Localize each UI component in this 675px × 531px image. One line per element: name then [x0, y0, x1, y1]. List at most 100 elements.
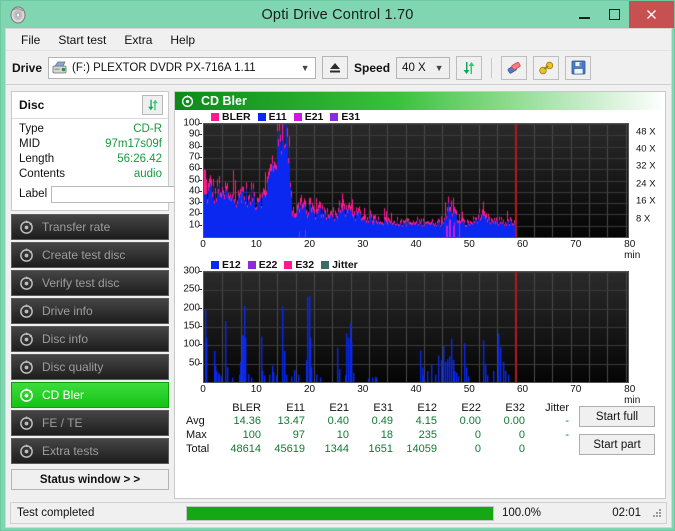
disc-panel-title: Disc	[19, 98, 45, 112]
menu-start-test[interactable]: Start test	[49, 30, 115, 50]
status-window-button[interactable]: Status window > >	[11, 469, 169, 490]
main-panel-title: CD Bler	[201, 94, 247, 108]
stat-cell: 235	[418, 429, 437, 441]
app-window: Opti Drive Control 1.70 File Start test …	[0, 0, 675, 531]
chevron-down-icon[interactable]: ▼	[431, 63, 447, 73]
start-part-button[interactable]: Start part	[579, 434, 655, 455]
drive-value: (F:) PLEXTOR DVDR PX-716A 1.11	[72, 61, 256, 74]
bler-x-axis: 0 10 20 30 40 50 60 70 80 min	[200, 239, 640, 261]
elapsed-time: 02:01	[612, 507, 641, 519]
col-header-jitter: Jitter	[545, 402, 569, 414]
y-tick-mark	[199, 271, 202, 272]
e12-plot-area	[203, 271, 629, 383]
y-tick-mark	[199, 213, 202, 215]
e12-chart-block: E12 E22 E32 Jitter 50 100 150 200 250 300 0 10…	[175, 258, 665, 407]
sidebar-item-label: Extra tests	[42, 444, 99, 458]
sidebar-item-disc-quality[interactable]: Disc quality	[11, 354, 169, 380]
speed-tick-label: 16 X	[636, 195, 656, 207]
y-tick-label: 100	[183, 338, 200, 350]
close-button[interactable]	[629, 1, 674, 28]
main-panel-header: CD Bler	[175, 92, 665, 110]
menu-help[interactable]: Help	[161, 30, 204, 50]
eject-button[interactable]	[322, 56, 349, 79]
disc-refresh-button[interactable]	[142, 95, 163, 115]
eject-icon	[330, 63, 341, 73]
sidebar-item-cd-bler[interactable]: CD Bler	[11, 382, 169, 408]
speed-tick-label: 8 X	[636, 213, 651, 225]
sidebar-item-label: Verify test disc	[42, 276, 120, 290]
stat-cell: 100	[242, 429, 261, 441]
legend-item-bler: BLER	[211, 111, 251, 123]
speed-select[interactable]: 40 X ▼	[396, 56, 451, 79]
e12-chart-legend: E12 E22 E32 Jitter	[175, 258, 665, 271]
y-tick-mark	[199, 134, 202, 136]
sidebar-item-verify-test-disc[interactable]: Verify test disc	[11, 270, 169, 296]
chevron-down-icon[interactable]: ▼	[297, 63, 313, 73]
x-tick-label: 50	[463, 384, 475, 395]
drive-icon	[52, 61, 67, 73]
sidebar-item-label: Transfer rate	[42, 220, 111, 234]
gear-disc-icon	[181, 94, 194, 108]
progress-fill	[187, 506, 493, 520]
drive-toolbar: Drive (F:) PLEXTOR DVDR PX-716A 1.11 ▼ S…	[6, 51, 671, 85]
drive-select[interactable]: (F:) PLEXTOR DVDR PX-716A 1.11 ▼	[48, 56, 317, 79]
sidebar-item-transfer-rate[interactable]: Transfer rate	[11, 214, 169, 240]
gear-disc-icon	[19, 359, 34, 375]
col-header-e31: E31	[373, 402, 393, 414]
sidebar-item-extra-tests[interactable]: Extra tests	[11, 438, 169, 464]
sidebar-item-label: Disc info	[42, 332, 89, 346]
sidebar-item-create-test-disc[interactable]: Create test disc	[11, 242, 169, 268]
client-area: File Start test Extra Help Drive (F:) PL…	[5, 28, 672, 528]
legend-item-e32: E32	[284, 259, 314, 271]
stat-cell: 48614	[230, 443, 261, 455]
sidebar-item-label: FE / TE	[42, 416, 83, 430]
row-label: Avg	[186, 415, 205, 427]
tools-button[interactable]	[533, 55, 560, 80]
toolbar-separator	[491, 57, 493, 78]
refresh-icon	[463, 61, 475, 74]
row-label: Total	[186, 443, 210, 455]
bler-y-axis: 10 20 30 40 50 60 70 80 90 100	[175, 118, 202, 238]
save-button[interactable]	[565, 55, 592, 80]
speed-tick-label: 24 X	[636, 178, 656, 190]
gear-disc-icon	[19, 331, 34, 347]
y-tick-mark	[199, 145, 202, 147]
gear-disc-icon	[19, 415, 34, 431]
refresh-button[interactable]	[456, 55, 483, 80]
speed-tick-label: 48 X	[636, 126, 656, 138]
disc-type-value: CD-R	[133, 123, 162, 135]
sidebar-item-fe-te[interactable]: FE / TE	[11, 410, 169, 436]
y-tick-label: 250	[183, 283, 200, 295]
stat-cell: 0.40	[327, 415, 349, 427]
sidebar-item-label: Drive info	[42, 304, 93, 318]
sidebar-item-drive-info[interactable]: Drive info	[11, 298, 169, 324]
disc-row-type: Type CD-R	[19, 122, 162, 137]
sidebar-item-label: Disc quality	[42, 360, 104, 374]
minimize-button[interactable]	[569, 1, 599, 28]
x-tick-label: 60	[516, 384, 529, 395]
start-full-button[interactable]: Start full	[579, 406, 655, 427]
window-controls	[569, 1, 674, 28]
x-tick-label: 20	[303, 384, 316, 395]
erase-button[interactable]	[501, 55, 528, 80]
stat-cell: 18	[380, 429, 393, 441]
col-header-e12: E12	[417, 402, 437, 414]
main-panel: CD Bler BLER E11 E21 E31 10 20 30 40 50 60 70 8…	[174, 91, 666, 499]
status-bar: Test completed 100.0% 02:01	[10, 502, 667, 524]
col-header-e11: E11	[286, 402, 305, 414]
progress-bar	[186, 505, 494, 521]
y-tick-mark	[199, 289, 202, 291]
speed-label: Speed	[354, 60, 391, 75]
stat-cell: 0.00	[503, 415, 525, 427]
stat-cell: 0.49	[371, 415, 393, 427]
resize-grip-icon[interactable]	[651, 507, 663, 519]
maximize-button[interactable]	[599, 1, 629, 28]
gear-disc-icon	[19, 387, 34, 403]
menu-file[interactable]: File	[12, 30, 49, 50]
legend-item-e22: E22	[247, 259, 277, 271]
stat-cell: 45619	[274, 443, 305, 455]
e12-plot-wrap: 50 100 150 200 250 300 0 10 20 30 40 50 60 70 80 min	[175, 266, 665, 407]
menu-extra[interactable]: Extra	[115, 30, 161, 50]
sidebar-item-disc-info[interactable]: Disc info	[11, 326, 169, 352]
stat-cell: 14.36	[233, 415, 261, 427]
